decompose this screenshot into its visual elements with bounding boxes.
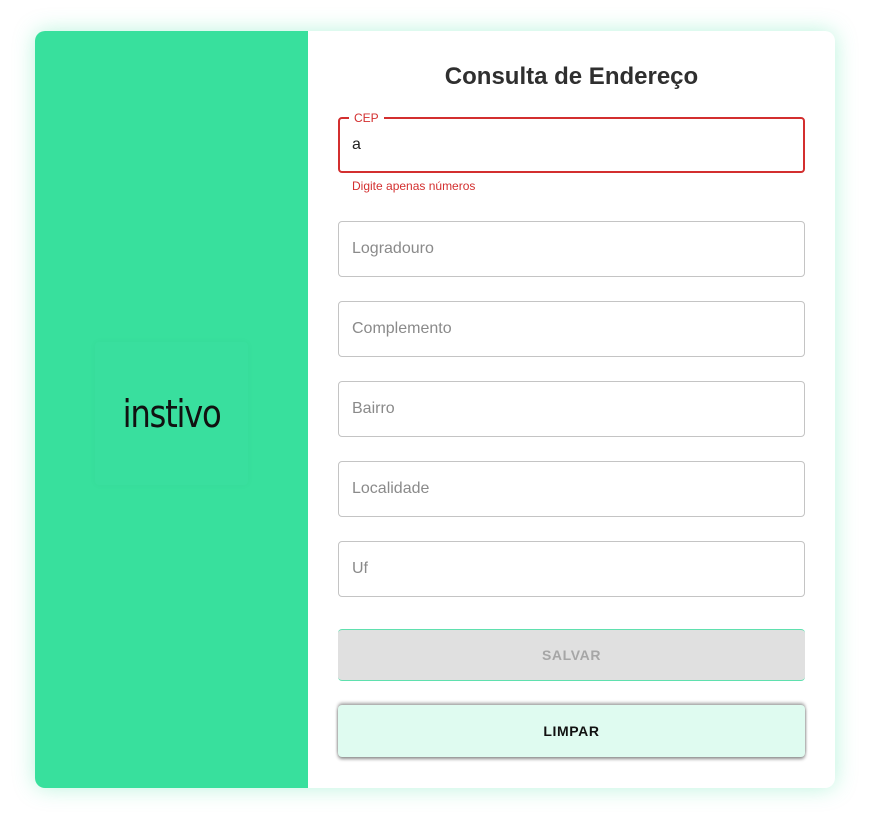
logo: instivo	[95, 342, 248, 485]
address-card: instivo Consulta de Endereço CEP Digite …	[35, 31, 835, 788]
form-panel: Consulta de Endereço CEP Digite apenas n…	[308, 31, 835, 788]
bairro-field[interactable]: Bairro	[338, 381, 805, 437]
uf-field[interactable]: Uf	[338, 541, 805, 597]
clear-button[interactable]: LIMPAR	[338, 705, 805, 757]
logo-text: instivo	[122, 391, 222, 436]
complemento-field[interactable]: Complemento	[338, 301, 805, 357]
localidade-placeholder: Localidade	[352, 480, 430, 497]
logradouro-field[interactable]: Logradouro	[338, 221, 805, 277]
complemento-placeholder: Complemento	[352, 320, 452, 337]
brand-panel: instivo	[35, 31, 308, 788]
localidade-field[interactable]: Localidade	[338, 461, 805, 517]
logradouro-placeholder: Logradouro	[352, 240, 434, 257]
cep-field[interactable]: CEP	[338, 111, 805, 173]
page-title: Consulta de Endereço	[444, 63, 699, 90]
cep-error-text: Digite apenas números	[352, 179, 476, 193]
bairro-placeholder: Bairro	[352, 400, 395, 417]
cep-input[interactable]	[352, 119, 792, 171]
uf-placeholder: Uf	[352, 560, 368, 577]
save-button[interactable]: SALVAR	[338, 629, 805, 681]
